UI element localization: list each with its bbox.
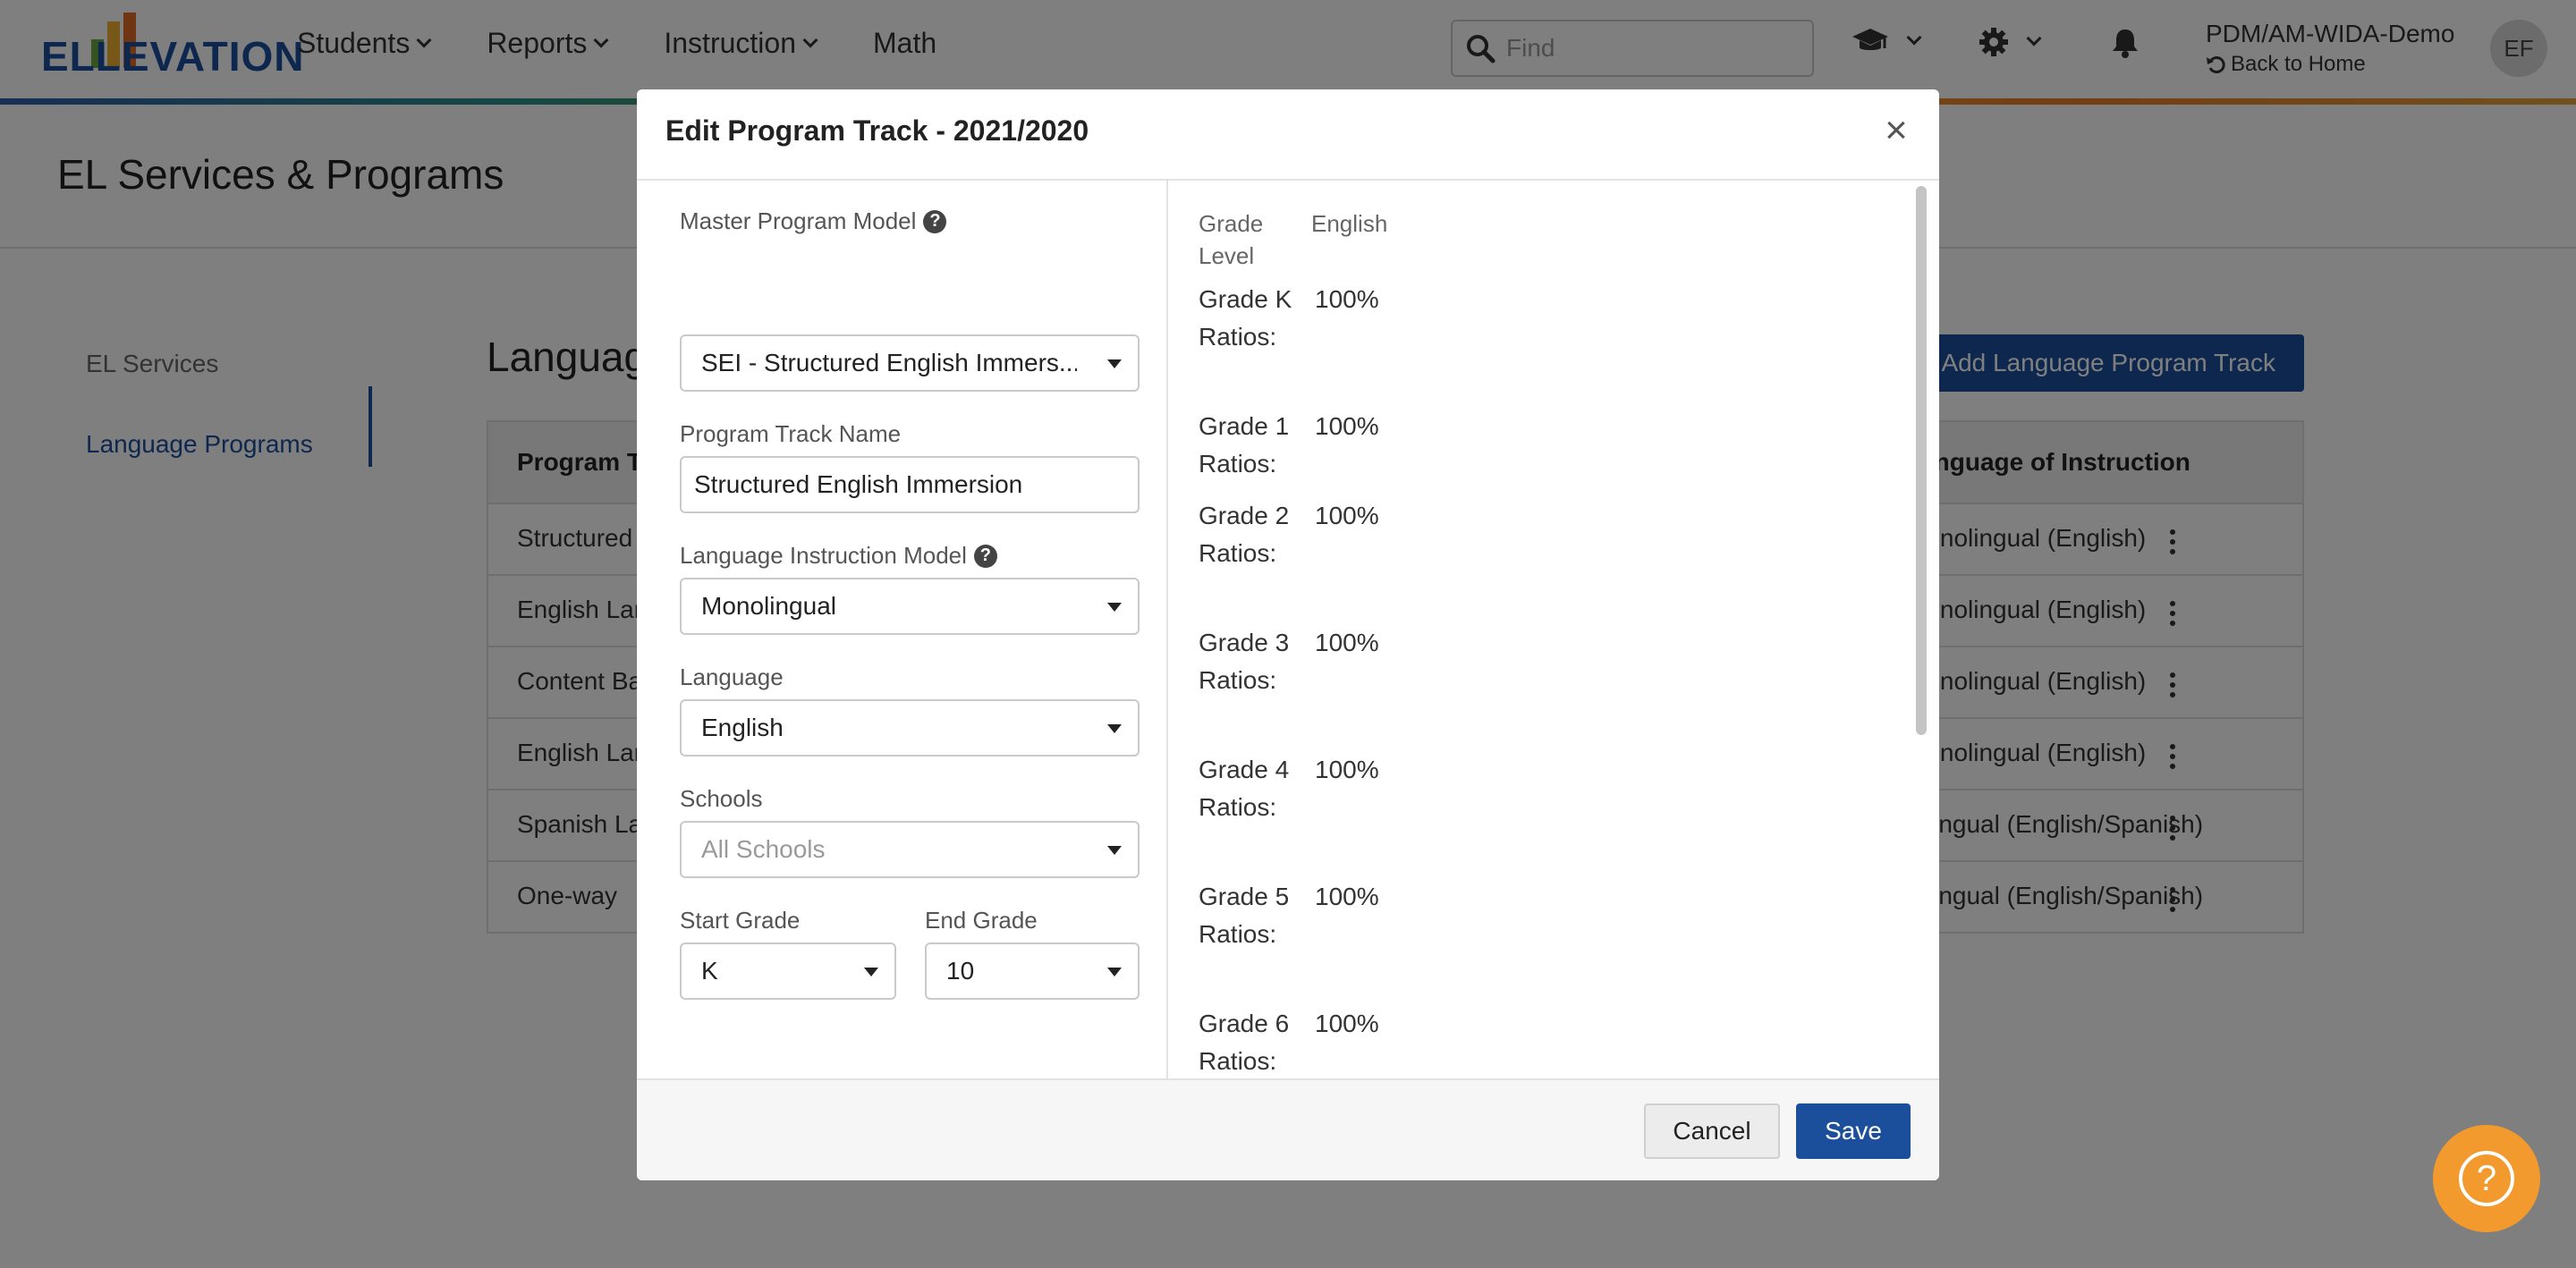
program-track-form: Master Program Model ? SEI - Structured …: [637, 181, 1168, 1078]
english-header: English: [1311, 210, 1388, 237]
save-button[interactable]: Save: [1796, 1103, 1911, 1159]
grade-ratio-label: Grade 6 Ratios:: [1199, 1010, 1290, 1075]
grade-ratio-value: 100%: [1315, 1010, 1379, 1037]
end-grade-label: End Grade: [925, 907, 1038, 934]
grade-ratio-label: Grade 5 Ratios:: [1199, 883, 1290, 948]
program-track-name-input[interactable]: Structured English Immersion: [680, 456, 1140, 513]
grade-ratio-label: Grade K Ratios:: [1199, 285, 1292, 351]
start-grade-select[interactable]: K: [680, 943, 896, 1000]
select-placeholder: All Schools: [701, 835, 826, 863]
select-value: Monolingual: [701, 592, 836, 620]
program-track-name-label: Program Track Name: [680, 420, 902, 447]
end-grade-select[interactable]: 10: [925, 943, 1140, 1000]
grade-ratio-value: 100%: [1315, 756, 1379, 783]
edit-program-track-dialog: Edit Program Track - 2021/2020 × Master …: [637, 89, 1939, 1180]
start-grade-label: Start Grade: [680, 907, 801, 934]
dialog-title: Edit Program Track - 2021/2020: [665, 114, 1089, 147]
grade-ratio-label: Grade 1 Ratios:: [1199, 412, 1290, 478]
select-value: English: [701, 714, 784, 741]
grade-ratio-value: 100%: [1315, 883, 1379, 910]
language-select[interactable]: English: [680, 699, 1140, 757]
help-icon[interactable]: ?: [923, 209, 947, 233]
dialog-footer: Cancel Save: [637, 1078, 1939, 1180]
caret-down-icon: [1107, 724, 1122, 733]
field-label-text: Language Instruction Model: [680, 542, 967, 569]
grade-ratios-panel: Grade Level English Grade K Ratios: 100%…: [1170, 181, 1939, 1078]
grade-ratio-label: Grade 3 Ratios:: [1199, 629, 1290, 694]
schools-label: Schools: [680, 785, 763, 812]
select-value: K: [701, 957, 718, 985]
language-instruction-model-label: Language Instruction Model ?: [680, 542, 997, 570]
select-value: 10: [946, 957, 975, 985]
grade-ratio-value: 100%: [1315, 502, 1379, 529]
caret-down-icon: [1107, 603, 1122, 612]
caret-down-icon: [1107, 359, 1122, 368]
scrollbar[interactable]: [1912, 186, 1930, 1077]
grade-ratio-value: 100%: [1315, 629, 1379, 656]
question-mark-icon: ?: [2459, 1151, 2514, 1206]
language-instruction-model-select[interactable]: Monolingual: [680, 578, 1140, 635]
dialog-header: Edit Program Track - 2021/2020 ×: [637, 89, 1939, 181]
help-icon[interactable]: ?: [973, 544, 997, 568]
caret-down-icon: [1107, 968, 1122, 976]
grade-ratio-value: 100%: [1315, 285, 1379, 313]
master-program-model-select[interactable]: SEI - Structured English Immers...: [680, 334, 1140, 392]
caret-down-icon: [864, 968, 878, 976]
master-program-model-label: Master Program Model ?: [680, 207, 947, 235]
language-label: Language: [680, 664, 784, 690]
caret-down-icon: [1107, 846, 1122, 855]
close-icon[interactable]: ×: [1877, 111, 1916, 150]
grade-ratio-value: 100%: [1315, 412, 1379, 440]
grade-ratio-label: Grade 4 Ratios:: [1199, 756, 1290, 821]
help-button[interactable]: ?: [2433, 1125, 2540, 1232]
grade-ratio-label: Grade 2 Ratios:: [1199, 502, 1290, 567]
scroll-thumb[interactable]: [1916, 186, 1927, 735]
cancel-button[interactable]: Cancel: [1644, 1103, 1780, 1159]
field-label-text: Master Program Model: [680, 207, 917, 234]
select-value: SEI - Structured English Immers...: [701, 349, 1077, 376]
grade-level-header: Grade Level: [1199, 210, 1264, 269]
schools-select[interactable]: All Schools: [680, 821, 1140, 878]
